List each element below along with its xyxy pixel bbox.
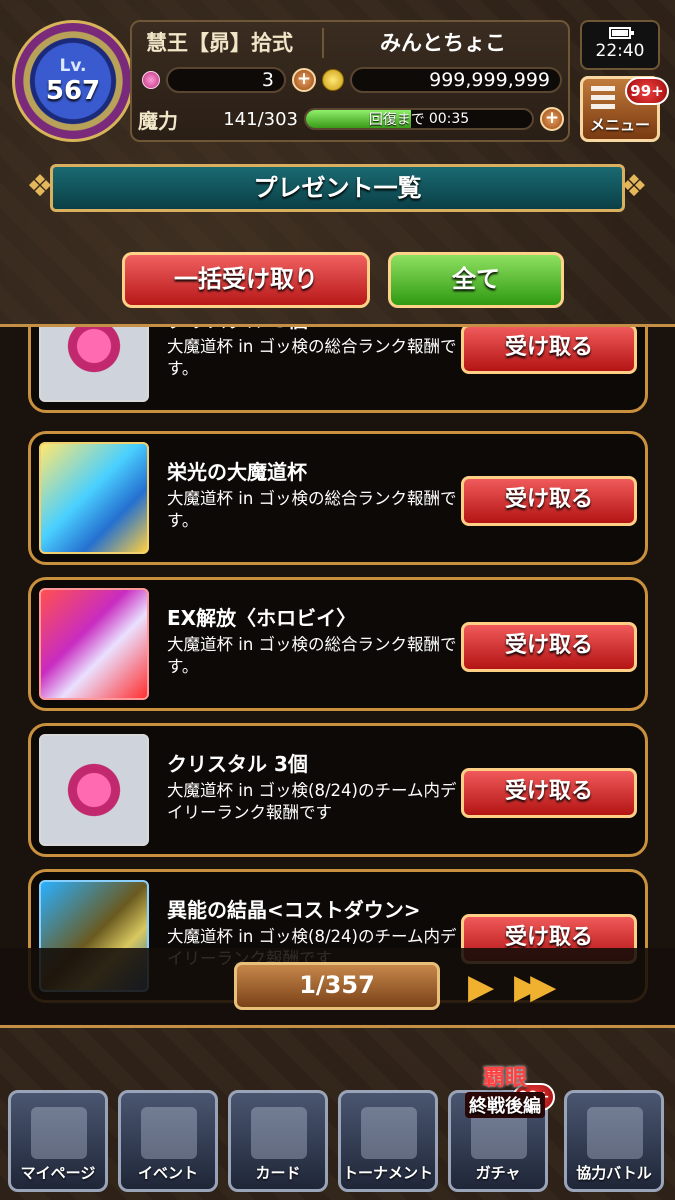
list-item: クリスタル 3個 大魔道杯 in ゴッ検の総合ランク報酬です。 受け取る xyxy=(28,327,648,413)
ornament-right-icon: ❖ xyxy=(620,169,648,204)
list-item: 栄光の大魔道杯 大魔道杯 in ゴッ検の総合ランク報酬です。 受け取る xyxy=(28,431,648,565)
gacha-banner-title: 覇眼 xyxy=(482,1066,527,1091)
present-description: 大魔道杯 in ゴッ検(8/24)のチーム内デイリーランク報酬です xyxy=(167,781,457,822)
present-title: EX解放〈ホロビイ〉 xyxy=(167,606,357,630)
mana-row: 魔力 141/303 回復まで 00:35 + xyxy=(138,104,564,134)
last-page-icon[interactable]: ▶▶ xyxy=(514,970,556,1004)
page-indicator[interactable]: 1/357 xyxy=(234,962,440,1010)
coin-count: 999,999,999 xyxy=(350,67,562,93)
filter-all-button[interactable]: 全て xyxy=(388,252,564,308)
pagination: 1/357 ▶ ▶▶ xyxy=(0,948,675,1028)
receive-button[interactable]: 受け取る xyxy=(461,768,637,818)
crystal-icon xyxy=(39,734,149,846)
crystal-count: 3 xyxy=(166,67,286,93)
mana-recover-text: 回復まで 00:35 xyxy=(306,110,532,128)
gacha-event-banner[interactable]: 覇眼 終戦後編 xyxy=(450,1060,560,1118)
menu-grid-icon xyxy=(591,85,615,109)
present-title: 異能の結晶<コストダウン> xyxy=(167,898,421,922)
present-list[interactable]: クリスタル 3個 大魔道杯 in ゴッ検の総合ランク報酬です。 受け取る 栄光の… xyxy=(0,324,675,1024)
recover-time: 00:35 xyxy=(428,111,470,127)
trophy-card-icon xyxy=(39,442,149,554)
house-icon xyxy=(31,1107,87,1159)
list-item: クリスタル 3個 大魔道杯 in ゴッ検(8/24)のチーム内デイリーランク報酬… xyxy=(28,723,648,857)
nav-label: イベント xyxy=(137,1164,198,1182)
list-item: EX解放〈ホロビイ〉 大魔道杯 in ゴッ検の総合ランク報酬です。 受け取る xyxy=(28,577,648,711)
bulk-receive-button[interactable]: 一括受け取り xyxy=(122,252,370,308)
nav-coop-battle[interactable]: 協力バトル xyxy=(564,1090,664,1192)
player-name: 慧王【昴】拾式 xyxy=(146,31,293,55)
mana-value: 141/303 xyxy=(223,108,298,130)
level-prefix: Lv. xyxy=(59,56,87,76)
friend-name[interactable]: みんとちょこ xyxy=(322,28,562,58)
present-title: 栄光の大魔道杯 xyxy=(167,460,307,484)
receive-button[interactable]: 受け取る xyxy=(461,622,637,672)
nav-label: マイページ xyxy=(20,1164,96,1182)
gacha-banner-subtitle: 終戦後編 xyxy=(465,1092,545,1118)
present-title: クリスタル 3個 xyxy=(167,327,308,333)
present-description: 大魔道杯 in ゴッ検の総合ランク報酬です。 xyxy=(167,337,457,378)
nav-tournament[interactable]: トーナメント xyxy=(338,1090,438,1192)
recover-label: 回復まで xyxy=(368,112,425,128)
character-card-icon xyxy=(39,588,149,700)
mana-bar: 回復まで 00:35 xyxy=(304,108,534,130)
nav-label: 協力バトル xyxy=(576,1164,652,1182)
trophy-icon xyxy=(361,1107,417,1159)
present-description: 大魔道杯 in ゴッ検の総合ランク報酬です。 xyxy=(167,635,457,676)
nav-event[interactable]: イベント xyxy=(118,1090,218,1192)
cards-icon xyxy=(251,1107,307,1159)
cat-icon xyxy=(141,1107,197,1159)
nav-label: トーナメント xyxy=(342,1164,433,1182)
add-mana-button[interactable]: + xyxy=(540,107,564,131)
receive-button[interactable]: 受け取る xyxy=(461,327,637,374)
battery-icon xyxy=(609,27,634,39)
level-badge[interactable]: Lv. 567 xyxy=(12,20,134,142)
level-value: 567 xyxy=(45,76,101,106)
present-title: クリスタル 3個 xyxy=(167,752,308,776)
nav-label: カード xyxy=(255,1164,301,1182)
resource-row: 3 + 999,999,999 xyxy=(142,66,562,94)
clock-time: 22:40 xyxy=(595,41,645,61)
menu-label: メニュー xyxy=(589,116,650,134)
player-info-panel: 慧王【昴】拾式 みんとちょこ 3 + 999,999,999 魔力 141/30… xyxy=(130,20,570,142)
coin-icon xyxy=(322,69,344,91)
present-description: 大魔道杯 in ゴッ検の総合ランク報酬です。 xyxy=(167,489,457,530)
add-crystal-button[interactable]: + xyxy=(292,68,316,92)
bottom-navigation: マイページ イベント カード トーナメント 99+ ガチャ 協力バトル 覇眼 終… xyxy=(0,1060,675,1200)
page-title: プレゼント一覧 xyxy=(50,164,625,212)
next-page-icon[interactable]: ▶ xyxy=(468,970,494,1004)
clock-panel: 22:40 xyxy=(580,20,660,70)
receive-button[interactable]: 受け取る xyxy=(461,476,637,526)
crystal-icon xyxy=(39,327,149,402)
crystal-icon xyxy=(142,71,160,89)
castle-icon xyxy=(587,1107,643,1159)
mana-label: 魔力 xyxy=(138,108,178,133)
nav-card[interactable]: カード xyxy=(228,1090,328,1192)
menu-button[interactable]: 99+ メニュー xyxy=(580,76,669,142)
nav-label: ガチャ xyxy=(475,1164,521,1182)
status-header: Lv. 567 慧王【昴】拾式 みんとちょこ 3 + 999,999,999 魔… xyxy=(0,0,675,150)
menu-badge: 99+ xyxy=(625,77,669,105)
nav-mypage[interactable]: マイページ xyxy=(8,1090,108,1192)
name-row: 慧王【昴】拾式 みんとちょこ xyxy=(142,28,562,58)
